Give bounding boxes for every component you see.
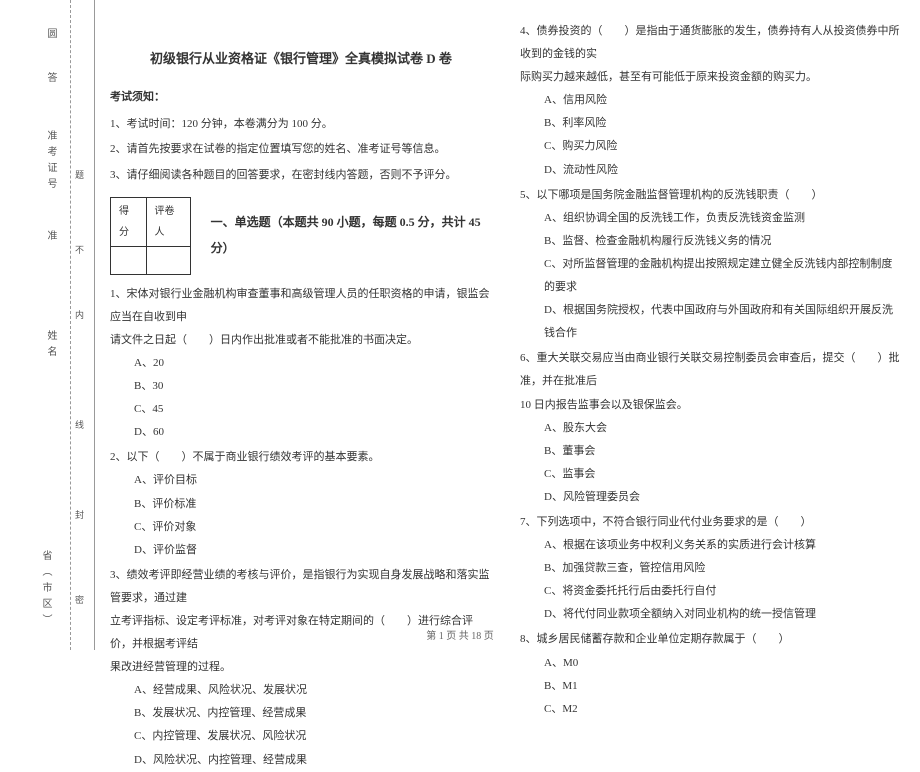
question-text: 5、以下哪项是国务院金融监督管理机构的反洗钱职责（ ） <box>520 184 902 207</box>
binding-mark: 题 <box>73 170 86 185</box>
question-8: 8、城乡居民储蓄存款和企业单位定期存款属于（ ） A、M0 B、M1 C、M2 <box>520 628 902 720</box>
notice-line: 3、请仔细阅读各种题目的回答要求，在密封线内答题，否则不予评分。 <box>110 164 492 187</box>
binding-label-region: 省（市区） <box>38 550 53 630</box>
score-cell-empty <box>111 246 147 274</box>
option-b: B、利率风险 <box>520 112 902 135</box>
option-a: A、根据在该项业务中权利义务关系的实质进行会计核算 <box>520 534 902 557</box>
option-b: B、评价标准 <box>110 493 492 516</box>
option-c: C、45 <box>110 398 492 421</box>
left-column: 初级银行从业资格证《银行管理》全真模拟试卷 D 卷 考试须知： 1、考试时间：1… <box>100 0 510 650</box>
right-column: 4、债券投资的（ ）是指由于通货膨胀的发生，债券持有人从投资债券中所收到的金钱的… <box>510 0 920 650</box>
question-5: 5、以下哪项是国务院金融监督管理机构的反洗钱职责（ ） A、组织协调全国的反洗钱… <box>520 184 902 346</box>
section-header: 一、单选题（本题共 90 小题，每题 0.5 分，共计 45 分） <box>211 210 492 260</box>
option-c: C、将资金委托托行后由委托行自付 <box>520 580 902 603</box>
option-d: D、风险状况、内控管理、经营成果 <box>110 749 492 772</box>
option-a: A、信用风险 <box>520 89 902 112</box>
question-text: 果改进经营管理的过程。 <box>110 656 492 679</box>
option-b: B、董事会 <box>520 440 902 463</box>
question-1: 1、宋体对银行业金融机构审查董事和高级管理人员的任职资格的申请，银监会应当在自收… <box>110 283 492 445</box>
option-d: D、根据国务院授权，代表中国政府与外国政府和有关国际组织开展反洗钱合作 <box>520 299 902 345</box>
question-4: 4、债券投资的（ ）是指由于通货膨胀的发生，债券持有人从投资债券中所收到的金钱的… <box>520 20 902 182</box>
score-table: 得分 评卷人 <box>110 197 191 275</box>
question-6: 6、重大关联交易应当由商业银行关联交易控制委员会审查后，提交（ ）批准，并在批准… <box>520 347 902 509</box>
score-row: 得分 评卷人 一、单选题（本题共 90 小题，每题 0.5 分，共计 45 分） <box>110 197 492 275</box>
option-d: D、将代付同业款项全额纳入对同业机构的统一授信管理 <box>520 603 902 626</box>
score-cell: 评卷人 <box>146 197 190 246</box>
question-text: 2、以下（ ）不属于商业银行绩效考评的基本要素。 <box>110 446 492 469</box>
option-c: C、内控管理、发展状况、风险状况 <box>110 725 492 748</box>
option-d: D、流动性风险 <box>520 159 902 182</box>
binding-label: 答 <box>43 72 58 88</box>
binding-label: 圆 <box>43 28 58 44</box>
question-text: 请文件之日起（ ）日内作出批准或者不能批准的书面决定。 <box>110 329 492 352</box>
option-b: B、监督、检查金融机构履行反洗钱义务的情况 <box>520 230 902 253</box>
option-a: A、M0 <box>520 652 902 675</box>
option-a: A、股东大会 <box>520 417 902 440</box>
option-a: A、20 <box>110 352 492 375</box>
option-c: C、评价对象 <box>110 516 492 539</box>
option-c: C、监事会 <box>520 463 902 486</box>
binding-label-name: 姓名 <box>43 330 58 362</box>
binding-dashed-line <box>70 0 71 650</box>
question-text: 1、宋体对银行业金融机构审查董事和高级管理人员的任职资格的申请，银监会应当在自收… <box>110 283 492 329</box>
question-text: 6、重大关联交易应当由商业银行关联交易控制委员会审查后，提交（ ）批准，并在批准… <box>520 347 902 393</box>
option-d: D、风险管理委员会 <box>520 486 902 509</box>
page-title: 初级银行从业资格证《银行管理》全真模拟试卷 D 卷 <box>110 45 492 72</box>
option-a: A、组织协调全国的反洗钱工作，负责反洗钱资金监测 <box>520 207 902 230</box>
option-c: C、购买力风险 <box>520 135 902 158</box>
binding-mark: 线 <box>73 420 86 435</box>
question-text: 4、债券投资的（ ）是指由于通货膨胀的发生，债券持有人从投资债券中所收到的金钱的… <box>520 20 902 66</box>
score-cell-empty <box>146 246 190 274</box>
notice-line: 1、考试时间：120 分钟，本卷满分为 100 分。 <box>110 113 492 136</box>
question-text: 10 日内报告监事会以及银保监会。 <box>520 394 902 417</box>
binding-mark: 不 <box>73 245 86 260</box>
option-b: B、加强贷款三查，管控信用风险 <box>520 557 902 580</box>
option-c: C、M2 <box>520 698 902 721</box>
option-b: B、M1 <box>520 675 902 698</box>
option-a: A、经营成果、风险状况、发展状况 <box>110 679 492 702</box>
option-c: C、对所监督管理的金融机构提出按照规定建立健全反洗钱内部控制制度的要求 <box>520 253 902 299</box>
page-content: 初级银行从业资格证《银行管理》全真模拟试卷 D 卷 考试须知： 1、考试时间：1… <box>100 0 920 650</box>
question-text: 7、下列选项中，不符合银行同业代付业务要求的是（ ） <box>520 511 902 534</box>
option-a: A、评价目标 <box>110 469 492 492</box>
question-7: 7、下列选项中，不符合银行同业代付业务要求的是（ ） A、根据在该项业务中权利义… <box>520 511 902 626</box>
notice-title: 考试须知： <box>110 86 492 109</box>
binding-mark: 封 <box>73 510 86 525</box>
option-d: D、60 <box>110 421 492 444</box>
option-d: D、评价监督 <box>110 539 492 562</box>
option-b: B、发展状况、内控管理、经营成果 <box>110 702 492 725</box>
option-b: B、30 <box>110 375 492 398</box>
page-footer: 第 1 页 共 18 页 <box>0 627 920 642</box>
question-text: 3、绩效考评即经营业绩的考核与评价，是指银行为实现自身发展战略和落实监管要求，通… <box>110 564 492 610</box>
question-text: 际购买力越来越低，甚至有可能低于原来投资金额的购买力。 <box>520 66 902 89</box>
binding-mark: 密 <box>73 595 86 610</box>
notice-line: 2、请首先按要求在试卷的指定位置填写您的姓名、准考证号等信息。 <box>110 138 492 161</box>
binding-label: 准 <box>43 230 58 246</box>
score-cell: 得分 <box>111 197 147 246</box>
question-2: 2、以下（ ）不属于商业银行绩效考评的基本要素。 A、评价目标 B、评价标准 C… <box>110 446 492 561</box>
binding-mark: 内 <box>73 310 86 325</box>
question-3: 3、绩效考评即经营业绩的考核与评价，是指银行为实现自身发展战略和落实监管要求，通… <box>110 564 492 772</box>
binding-label-exam-id: 准考证号 <box>43 130 58 194</box>
binding-margin: 圆 答 准考证号 准 姓名 省（市区） 题 不 内 线 封 密 <box>0 0 95 650</box>
